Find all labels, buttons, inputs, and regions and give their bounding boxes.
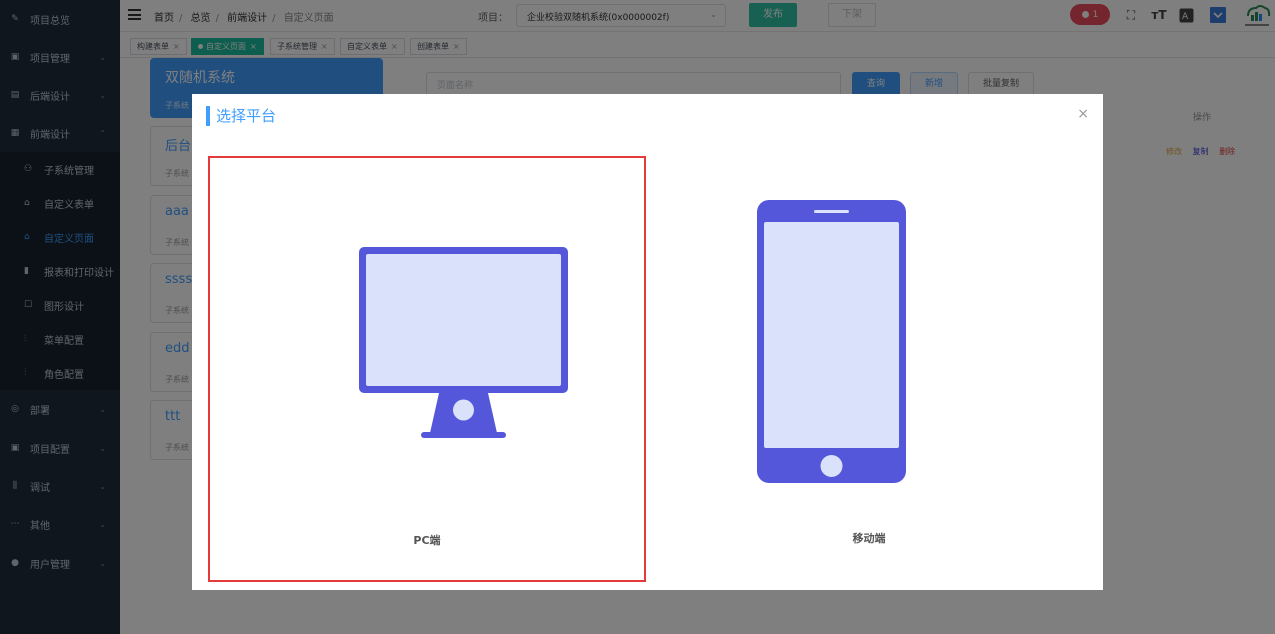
platform-option-mobile[interactable]: 移动端	[650, 156, 1088, 582]
mobile-phone-icon	[757, 200, 906, 483]
close-icon[interactable]: ×	[1077, 106, 1089, 122]
platform-option-label: PC端	[413, 534, 441, 547]
monitor-icon	[359, 247, 568, 438]
select-platform-dialog: 选择平台 × PC端 移动端	[192, 94, 1103, 590]
dialog-title: 选择平台	[206, 106, 276, 126]
platform-option-label: 移动端	[852, 532, 886, 545]
platform-option-pc[interactable]: PC端	[208, 156, 646, 582]
